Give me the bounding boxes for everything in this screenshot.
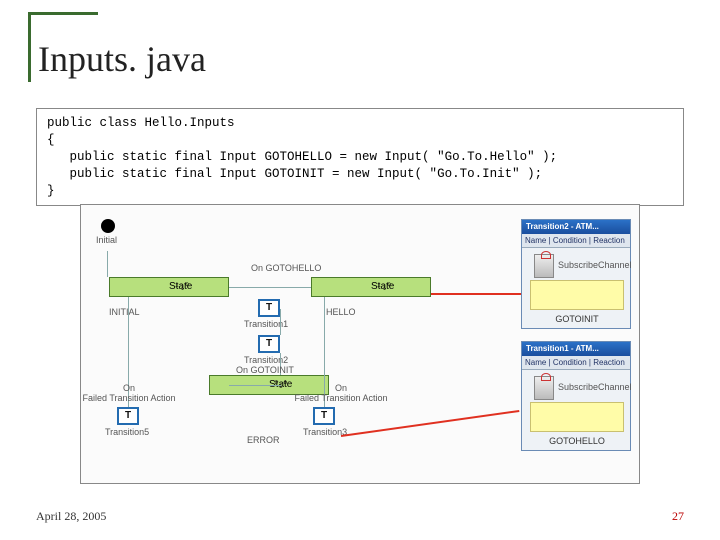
code-block: public class Hello.Inputs { public stati…	[36, 108, 684, 206]
transition-box-3: T	[313, 407, 335, 425]
connector-line	[280, 309, 281, 335]
edge-label-failed-1: On Failed Transition Action	[79, 383, 179, 403]
connector-line	[229, 385, 281, 386]
connector-line	[229, 287, 311, 288]
callout-arrow-1	[431, 293, 521, 295]
state-caret: ¹₁⁰	[371, 278, 391, 296]
edge-label-gotoinit: On GOTOINIT	[236, 365, 294, 375]
slide-title: Inputs. java	[38, 38, 214, 80]
panel-titlebar: Transition2 - ATM...	[522, 220, 630, 234]
state-label-initial: INITIAL	[109, 307, 140, 317]
footer-page-number: 27	[672, 509, 684, 524]
panel-tabs: Name | Condition | Reaction	[522, 356, 630, 370]
state-label-hello: HELLO	[326, 307, 356, 317]
edge-label-failed-2: On Failed Transition Action	[291, 383, 391, 403]
property-panel-1: Transition2 - ATM... Name | Condition | …	[521, 219, 631, 329]
state-box-initial: State ¹₁⁰	[109, 277, 229, 297]
transition-box-1: T	[258, 299, 280, 317]
transition-label-2: Transition2	[244, 355, 288, 365]
initial-state-label: Initial	[96, 235, 117, 245]
state-caret: ¹₁⁰	[169, 278, 189, 296]
transition-label-5: Transition5	[105, 427, 149, 437]
connector-line	[107, 251, 108, 277]
antenna-icon	[534, 376, 554, 400]
panel-label: GOTOHELLO	[522, 436, 632, 446]
antenna-icon	[534, 254, 554, 278]
state-diagram: Initial State ¹₁⁰ INITIAL State ¹₁⁰ HELL…	[80, 204, 640, 484]
property-panel-2: Transition1 - ATM... Name | Condition | …	[521, 341, 631, 451]
footer-date: April 28, 2005	[36, 509, 106, 524]
edge-label-gotohello: On GOTOHELLO	[251, 263, 321, 273]
callout-arrow-2	[341, 410, 520, 437]
panel-label: GOTOINIT	[522, 314, 632, 324]
sticky-note-icon	[530, 280, 624, 310]
panel-sub-label: SubscribeChannel	[558, 382, 632, 392]
state-box-hello: State ¹₁⁰	[311, 277, 431, 297]
panel-titlebar: Transition1 - ATM...	[522, 342, 630, 356]
initial-state-dot	[101, 219, 115, 233]
panel-tabs: Name | Condition | Reaction	[522, 234, 630, 248]
transition-label-1: Transition1	[244, 319, 288, 329]
state-label-error: ERROR	[247, 435, 280, 445]
sticky-note-icon	[530, 402, 624, 432]
transition-box-2: T	[258, 335, 280, 353]
transition-box-5: T	[117, 407, 139, 425]
panel-sub-label: SubscribeChannel	[558, 260, 632, 270]
